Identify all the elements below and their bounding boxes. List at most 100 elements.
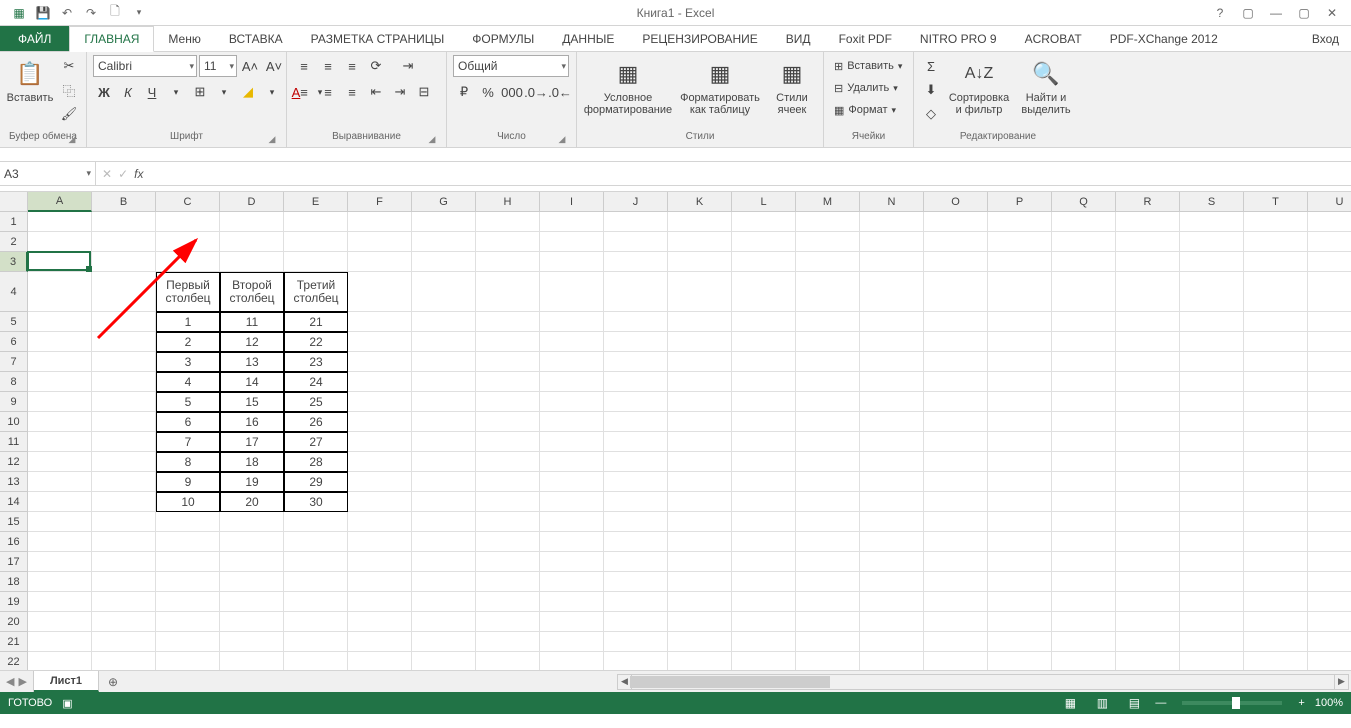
cell-R22[interactable] (1116, 652, 1180, 670)
cell-T5[interactable] (1244, 312, 1308, 332)
format-painter-icon[interactable]: 🖌 (58, 103, 80, 125)
cell-M21[interactable] (796, 632, 860, 652)
cell-R2[interactable] (1116, 232, 1180, 252)
cell-S10[interactable] (1180, 412, 1244, 432)
cell-O14[interactable] (924, 492, 988, 512)
cell-H3[interactable] (476, 252, 540, 272)
cell-F22[interactable] (348, 652, 412, 670)
cell-P22[interactable] (988, 652, 1052, 670)
cell-P1[interactable] (988, 212, 1052, 232)
cell-P5[interactable] (988, 312, 1052, 332)
cell-P14[interactable] (988, 492, 1052, 512)
cell-K13[interactable] (668, 472, 732, 492)
cell-E13[interactable]: 29 (284, 472, 348, 492)
cell-M19[interactable] (796, 592, 860, 612)
column-header-F[interactable]: F (348, 192, 412, 212)
cell-D2[interactable] (220, 232, 284, 252)
cell-C15[interactable] (156, 512, 220, 532)
cell-N21[interactable] (860, 632, 924, 652)
cell-C12[interactable]: 8 (156, 452, 220, 472)
align-top-icon[interactable]: ≡ (293, 55, 315, 77)
percent-icon[interactable]: % (477, 81, 499, 103)
cell-M11[interactable] (796, 432, 860, 452)
cell-I17[interactable] (540, 552, 604, 572)
cell-T15[interactable] (1244, 512, 1308, 532)
cell-U21[interactable] (1308, 632, 1351, 652)
cell-S20[interactable] (1180, 612, 1244, 632)
row-header-13[interactable]: 13 (0, 472, 28, 492)
row-headers[interactable]: 12345678910111213141516171819202122 (0, 212, 28, 670)
cell-L12[interactable] (732, 452, 796, 472)
cell-G18[interactable] (412, 572, 476, 592)
cell-F21[interactable] (348, 632, 412, 652)
cell-H18[interactable] (476, 572, 540, 592)
view-normal-icon[interactable]: ▦ (1059, 694, 1081, 712)
column-headers[interactable]: ABCDEFGHIJKLMNOPQRSTU (28, 192, 1351, 212)
cell-P11[interactable] (988, 432, 1052, 452)
cell-N14[interactable] (860, 492, 924, 512)
cell-I22[interactable] (540, 652, 604, 670)
decrease-font-icon[interactable]: A˅ (263, 55, 285, 77)
cell-C1[interactable] (156, 212, 220, 232)
row-header-20[interactable]: 20 (0, 612, 28, 632)
cell-T9[interactable] (1244, 392, 1308, 412)
cell-F4[interactable] (348, 272, 412, 312)
cell-Q20[interactable] (1052, 612, 1116, 632)
save-icon[interactable]: 💾 (32, 2, 54, 24)
cell-U14[interactable] (1308, 492, 1351, 512)
increase-indent-icon[interactable]: ⇥ (389, 81, 411, 103)
cell-D14[interactable]: 20 (220, 492, 284, 512)
cell-R17[interactable] (1116, 552, 1180, 572)
cell-E14[interactable]: 30 (284, 492, 348, 512)
sheet-tab-1[interactable]: Лист1 (34, 671, 99, 692)
cell-T2[interactable] (1244, 232, 1308, 252)
close-icon[interactable]: ✕ (1319, 2, 1345, 24)
cell-D8[interactable]: 14 (220, 372, 284, 392)
row-header-1[interactable]: 1 (0, 212, 28, 232)
name-box[interactable]: A3▾ (0, 162, 96, 185)
row-header-16[interactable]: 16 (0, 532, 28, 552)
cell-N19[interactable] (860, 592, 924, 612)
cell-D5[interactable]: 11 (220, 312, 284, 332)
cell-T8[interactable] (1244, 372, 1308, 392)
cell-R16[interactable] (1116, 532, 1180, 552)
cell-C8[interactable]: 4 (156, 372, 220, 392)
cell-U11[interactable] (1308, 432, 1351, 452)
cell-N15[interactable] (860, 512, 924, 532)
font-name-combo[interactable]: Calibri▾ (93, 55, 197, 77)
cell-F18[interactable] (348, 572, 412, 592)
cell-C20[interactable] (156, 612, 220, 632)
cell-B22[interactable] (92, 652, 156, 670)
cell-I6[interactable] (540, 332, 604, 352)
cell-T1[interactable] (1244, 212, 1308, 232)
cell-H20[interactable] (476, 612, 540, 632)
number-launcher-icon[interactable]: ◢ (556, 134, 568, 146)
column-header-T[interactable]: T (1244, 192, 1308, 212)
font-launcher-icon[interactable]: ◢ (266, 134, 278, 146)
cell-I16[interactable] (540, 532, 604, 552)
accept-formula-icon[interactable]: ✓ (118, 167, 128, 181)
cell-G14[interactable] (412, 492, 476, 512)
cell-R20[interactable] (1116, 612, 1180, 632)
cell-P3[interactable] (988, 252, 1052, 272)
cell-I5[interactable] (540, 312, 604, 332)
cell-U16[interactable] (1308, 532, 1351, 552)
cell-J6[interactable] (604, 332, 668, 352)
cell-Q16[interactable] (1052, 532, 1116, 552)
fill-icon[interactable]: ⬇ (920, 79, 942, 101)
cell-H2[interactable] (476, 232, 540, 252)
cell-T10[interactable] (1244, 412, 1308, 432)
cell-O4[interactable] (924, 272, 988, 312)
cell-T18[interactable] (1244, 572, 1308, 592)
cell-F17[interactable] (348, 552, 412, 572)
cell-R15[interactable] (1116, 512, 1180, 532)
cell-N6[interactable] (860, 332, 924, 352)
cell-I7[interactable] (540, 352, 604, 372)
cell-Q14[interactable] (1052, 492, 1116, 512)
cell-T11[interactable] (1244, 432, 1308, 452)
cell-C14[interactable]: 10 (156, 492, 220, 512)
cell-C10[interactable]: 6 (156, 412, 220, 432)
cell-S15[interactable] (1180, 512, 1244, 532)
column-header-U[interactable]: U (1308, 192, 1351, 212)
cell-H5[interactable] (476, 312, 540, 332)
